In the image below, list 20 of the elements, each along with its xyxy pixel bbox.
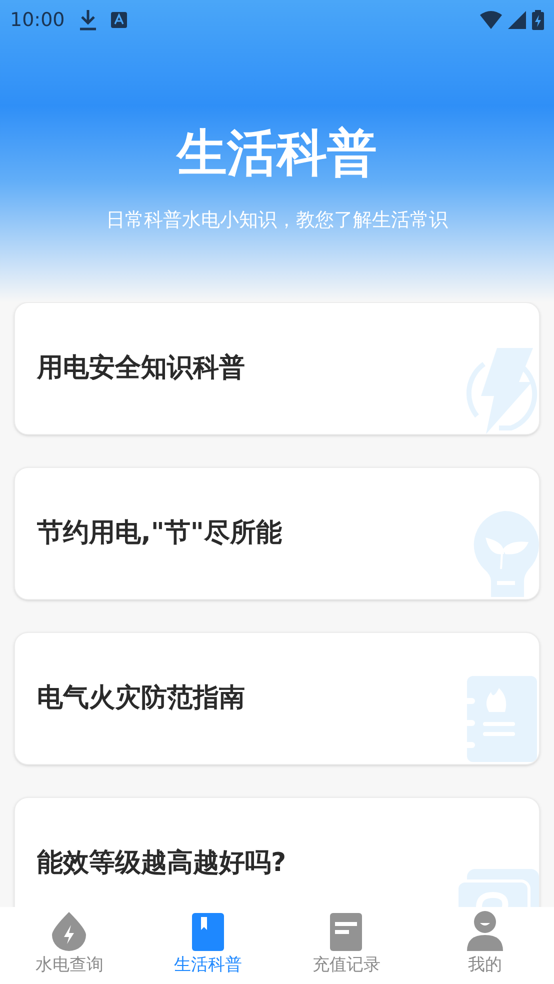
status-time: 10:00 — [10, 8, 65, 33]
page-title: 生活科普 — [177, 128, 377, 178]
card-title: 电气火灾防范指南 — [37, 682, 245, 715]
topic-card[interactable]: 用电安全知识科普 — [14, 302, 540, 435]
battery-icon — [532, 10, 544, 30]
card-title: 用电安全知识科普 — [37, 352, 245, 385]
document-icon — [330, 912, 362, 950]
download-icon — [78, 9, 97, 31]
topic-card[interactable]: 节约用电,"节"尽所能 — [14, 467, 540, 600]
topic-card[interactable]: 能效等级越高越好吗? — [14, 797, 540, 907]
water-drop-icon — [52, 910, 86, 950]
card-title: 能效等级越高越好吗? — [37, 847, 286, 880]
wifi-icon — [480, 11, 502, 29]
bookmark-icon — [192, 912, 224, 950]
page-subtitle: 日常科普水电小知识，教您了解生活常识 — [106, 208, 448, 233]
card-title: 节约用电,"节"尽所能 — [37, 517, 282, 550]
keyboard-icon — [110, 12, 127, 28]
topic-card[interactable]: 电气火灾防范指南 — [14, 632, 540, 765]
signal-icon — [508, 11, 526, 29]
user-icon — [466, 910, 503, 950]
